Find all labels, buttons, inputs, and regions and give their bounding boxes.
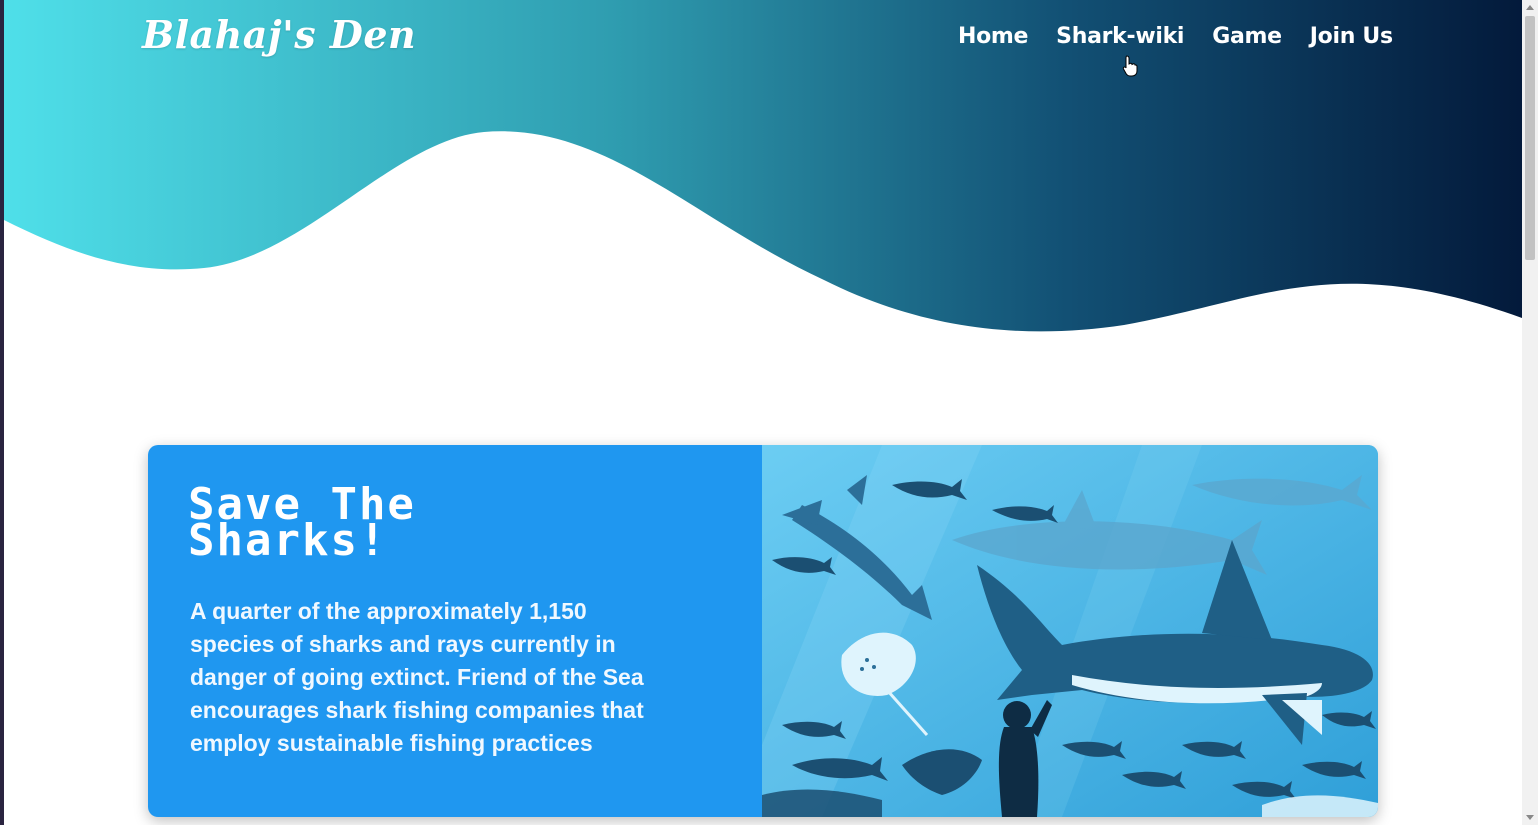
hero-header: Blahaj's Den Home Shark-wiki Game Join U… <box>4 0 1522 340</box>
sharks-illustration-art <box>762 445 1378 817</box>
scroll-up-arrow-icon[interactable] <box>1526 5 1534 10</box>
card-description: A quarter of the approximately 1,150 spe… <box>190 598 644 756</box>
scrollbar-thumb[interactable] <box>1525 16 1535 260</box>
site-logo[interactable]: Blahaj's Den <box>142 12 416 57</box>
card-text-panel: Save The Sharks! A quarter of the approx… <box>148 445 762 817</box>
card-title: Save The Sharks! <box>188 479 416 566</box>
main-nav: Home Shark-wiki Game Join Us <box>958 24 1393 49</box>
nav-shark-wiki[interactable]: Shark-wiki <box>1056 24 1184 49</box>
hand-pointer-icon <box>1122 55 1138 77</box>
nav-home[interactable]: Home <box>958 24 1028 49</box>
save-sharks-card: Save The Sharks! A quarter of the approx… <box>148 445 1378 817</box>
scroll-down-arrow-icon[interactable] <box>1526 815 1534 820</box>
nav-join-us[interactable]: Join Us <box>1310 24 1393 49</box>
nav-game[interactable]: Game <box>1212 24 1282 49</box>
sharks-illustration <box>762 445 1378 817</box>
page-scrollbar[interactable] <box>1522 0 1538 825</box>
